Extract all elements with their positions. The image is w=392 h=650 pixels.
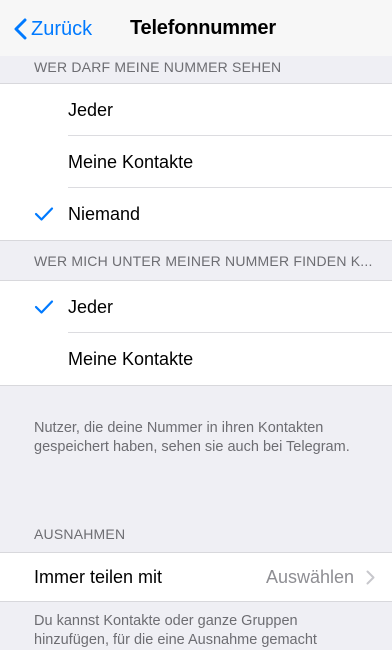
checkmark-icon [34, 300, 54, 314]
option-my-contacts[interactable]: Meine Kontakte [0, 136, 392, 188]
chevron-left-icon [14, 18, 27, 40]
always-share-with-row[interactable]: Immer teilen mit Auswählen [0, 553, 392, 601]
back-button[interactable]: Zurück [14, 16, 92, 42]
chevron-right-icon [366, 570, 375, 585]
select-value: Auswählen [265, 567, 354, 587]
who-can-see-group: Jeder Meine Kontakte Niemand [0, 83, 392, 241]
section-header-who-can-find: WER MICH UNTER MEINER NUMMER FINDEN K... [34, 253, 373, 269]
option-everyone[interactable]: Jeder [0, 84, 392, 136]
who-can-find-group: Jeder Meine Kontakte [0, 280, 392, 386]
checkmark-icon [34, 207, 54, 221]
always-share-label: Immer teilen mit [34, 567, 163, 587]
section-header-exceptions: AUSNAHMEN [34, 526, 126, 542]
option-label: Niemand [68, 204, 141, 224]
option-nobody[interactable]: Niemand [0, 188, 392, 240]
option-everyone-find[interactable]: Jeder [0, 281, 392, 333]
section-footer-exceptions: Du kannst Kontakte oder ganze Gruppen hi… [34, 613, 317, 648]
navigation-bar: Zurück Telefonnummer [0, 0, 392, 56]
section-header-who-can-see: WER DARF MEINE NUMMER SEHEN [34, 59, 282, 75]
option-my-contacts-find[interactable]: Meine Kontakte [0, 333, 392, 385]
option-label: Jeder [68, 297, 114, 317]
exceptions-group: Immer teilen mit Auswählen [0, 552, 392, 602]
option-label: Jeder [68, 100, 114, 120]
page-title: Telefonnummer [130, 17, 276, 39]
option-label: Meine Kontakte [68, 349, 194, 369]
option-label: Meine Kontakte [68, 152, 194, 172]
back-label: Zurück [31, 17, 93, 40]
section-footer-find: Nutzer, die deine Nummer in ihren Kontak… [34, 420, 350, 455]
